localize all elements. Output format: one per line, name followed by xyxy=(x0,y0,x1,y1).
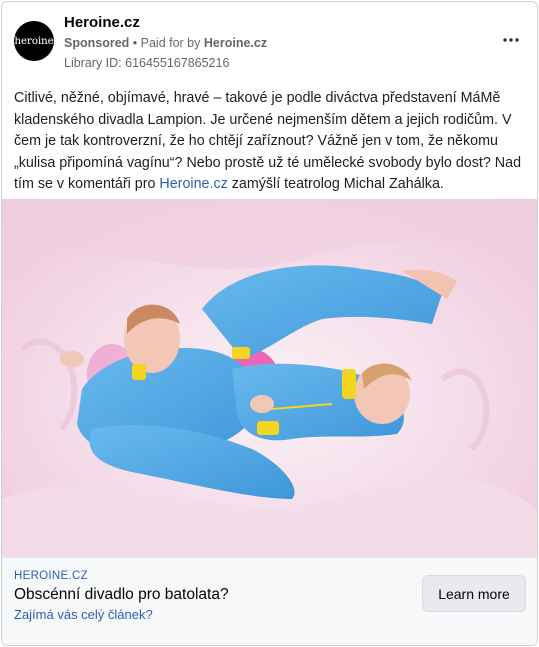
post-text: Citlivé, něžné, objímavé, hravé – takové… xyxy=(14,88,530,196)
link-domain: HEROINE.CZ xyxy=(14,570,88,582)
post-text-part2: zamýšlí teatrolog Michal Zahálka. xyxy=(227,176,444,192)
library-id: Library ID: 616455167865216 xyxy=(64,56,230,70)
link-headline[interactable]: Obscénní divadlo pro batolata? xyxy=(14,586,229,604)
ad-image[interactable] xyxy=(2,199,537,557)
paid-for-prefix: • Paid for by xyxy=(132,36,201,50)
post-text-link[interactable]: Heroine.cz xyxy=(159,176,227,192)
sponsored-line: Sponsored • Paid for by Heroine.cz xyxy=(64,36,267,50)
page-name-link[interactable]: Heroine.cz xyxy=(64,14,140,31)
children-in-blue-costumes-image xyxy=(2,199,537,557)
sponsored-label: Sponsored xyxy=(64,36,130,50)
avatar[interactable]: heroine xyxy=(14,21,54,61)
ad-card: heroine Heroine.cz Sponsored • Paid for … xyxy=(1,1,538,646)
learn-more-button[interactable]: Learn more xyxy=(422,575,526,612)
post-header: heroine Heroine.cz Sponsored • Paid for … xyxy=(2,2,537,82)
more-horizontal-icon xyxy=(503,38,519,42)
link-description[interactable]: Zajímá vás celý článek? xyxy=(14,607,153,622)
link-preview[interactable]: HEROINE.CZ Obscénní divadlo pro batolata… xyxy=(2,557,537,645)
more-options-button[interactable] xyxy=(499,28,523,52)
paid-for-by: Heroine.cz xyxy=(203,36,268,50)
